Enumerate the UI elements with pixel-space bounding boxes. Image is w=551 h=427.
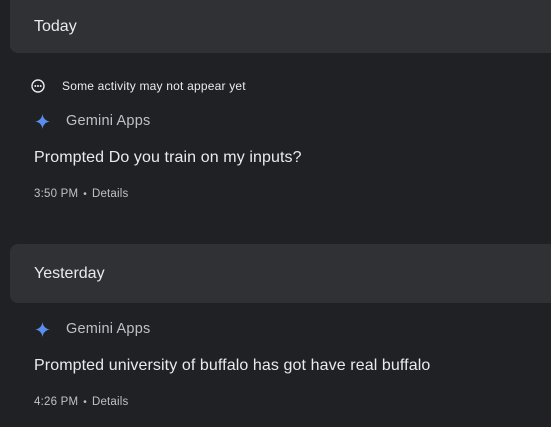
activity-prompt[interactable]: Prompted Do you train on my inputs? bbox=[34, 149, 302, 167]
app-row: Gemini Apps bbox=[35, 113, 150, 129]
day-header-yesterday: Yesterday bbox=[10, 244, 551, 303]
meta-separator: • bbox=[83, 396, 87, 408]
activity-time: 4:26 PM bbox=[34, 396, 79, 408]
activity-page: Today Some activity may not appear yet G… bbox=[0, 0, 551, 427]
app-name: Gemini Apps bbox=[66, 113, 151, 129]
activity-notice: Some activity may not appear yet bbox=[31, 79, 246, 93]
activity-time: 3:50 PM bbox=[34, 188, 79, 200]
activity-prompt[interactable]: Prompted university of buffalo has got h… bbox=[34, 357, 430, 375]
meta-separator: • bbox=[83, 188, 87, 200]
gemini-spark-icon bbox=[35, 113, 50, 129]
app-row: Gemini Apps bbox=[35, 321, 150, 337]
day-header-label: Today bbox=[34, 17, 77, 35]
gemini-spark-icon bbox=[35, 321, 50, 337]
activity-meta: 4:26 PM • Details bbox=[34, 396, 129, 408]
details-link[interactable]: Details bbox=[92, 396, 129, 408]
app-name: Gemini Apps bbox=[66, 321, 151, 337]
notice-text: Some activity may not appear yet bbox=[62, 79, 246, 93]
day-header-label: Yesterday bbox=[34, 264, 105, 282]
activity-meta: 3:50 PM • Details bbox=[34, 188, 129, 200]
details-link[interactable]: Details bbox=[92, 188, 129, 200]
day-header-today: Today bbox=[10, 0, 551, 53]
more-horizontal-circle-icon bbox=[31, 79, 45, 93]
